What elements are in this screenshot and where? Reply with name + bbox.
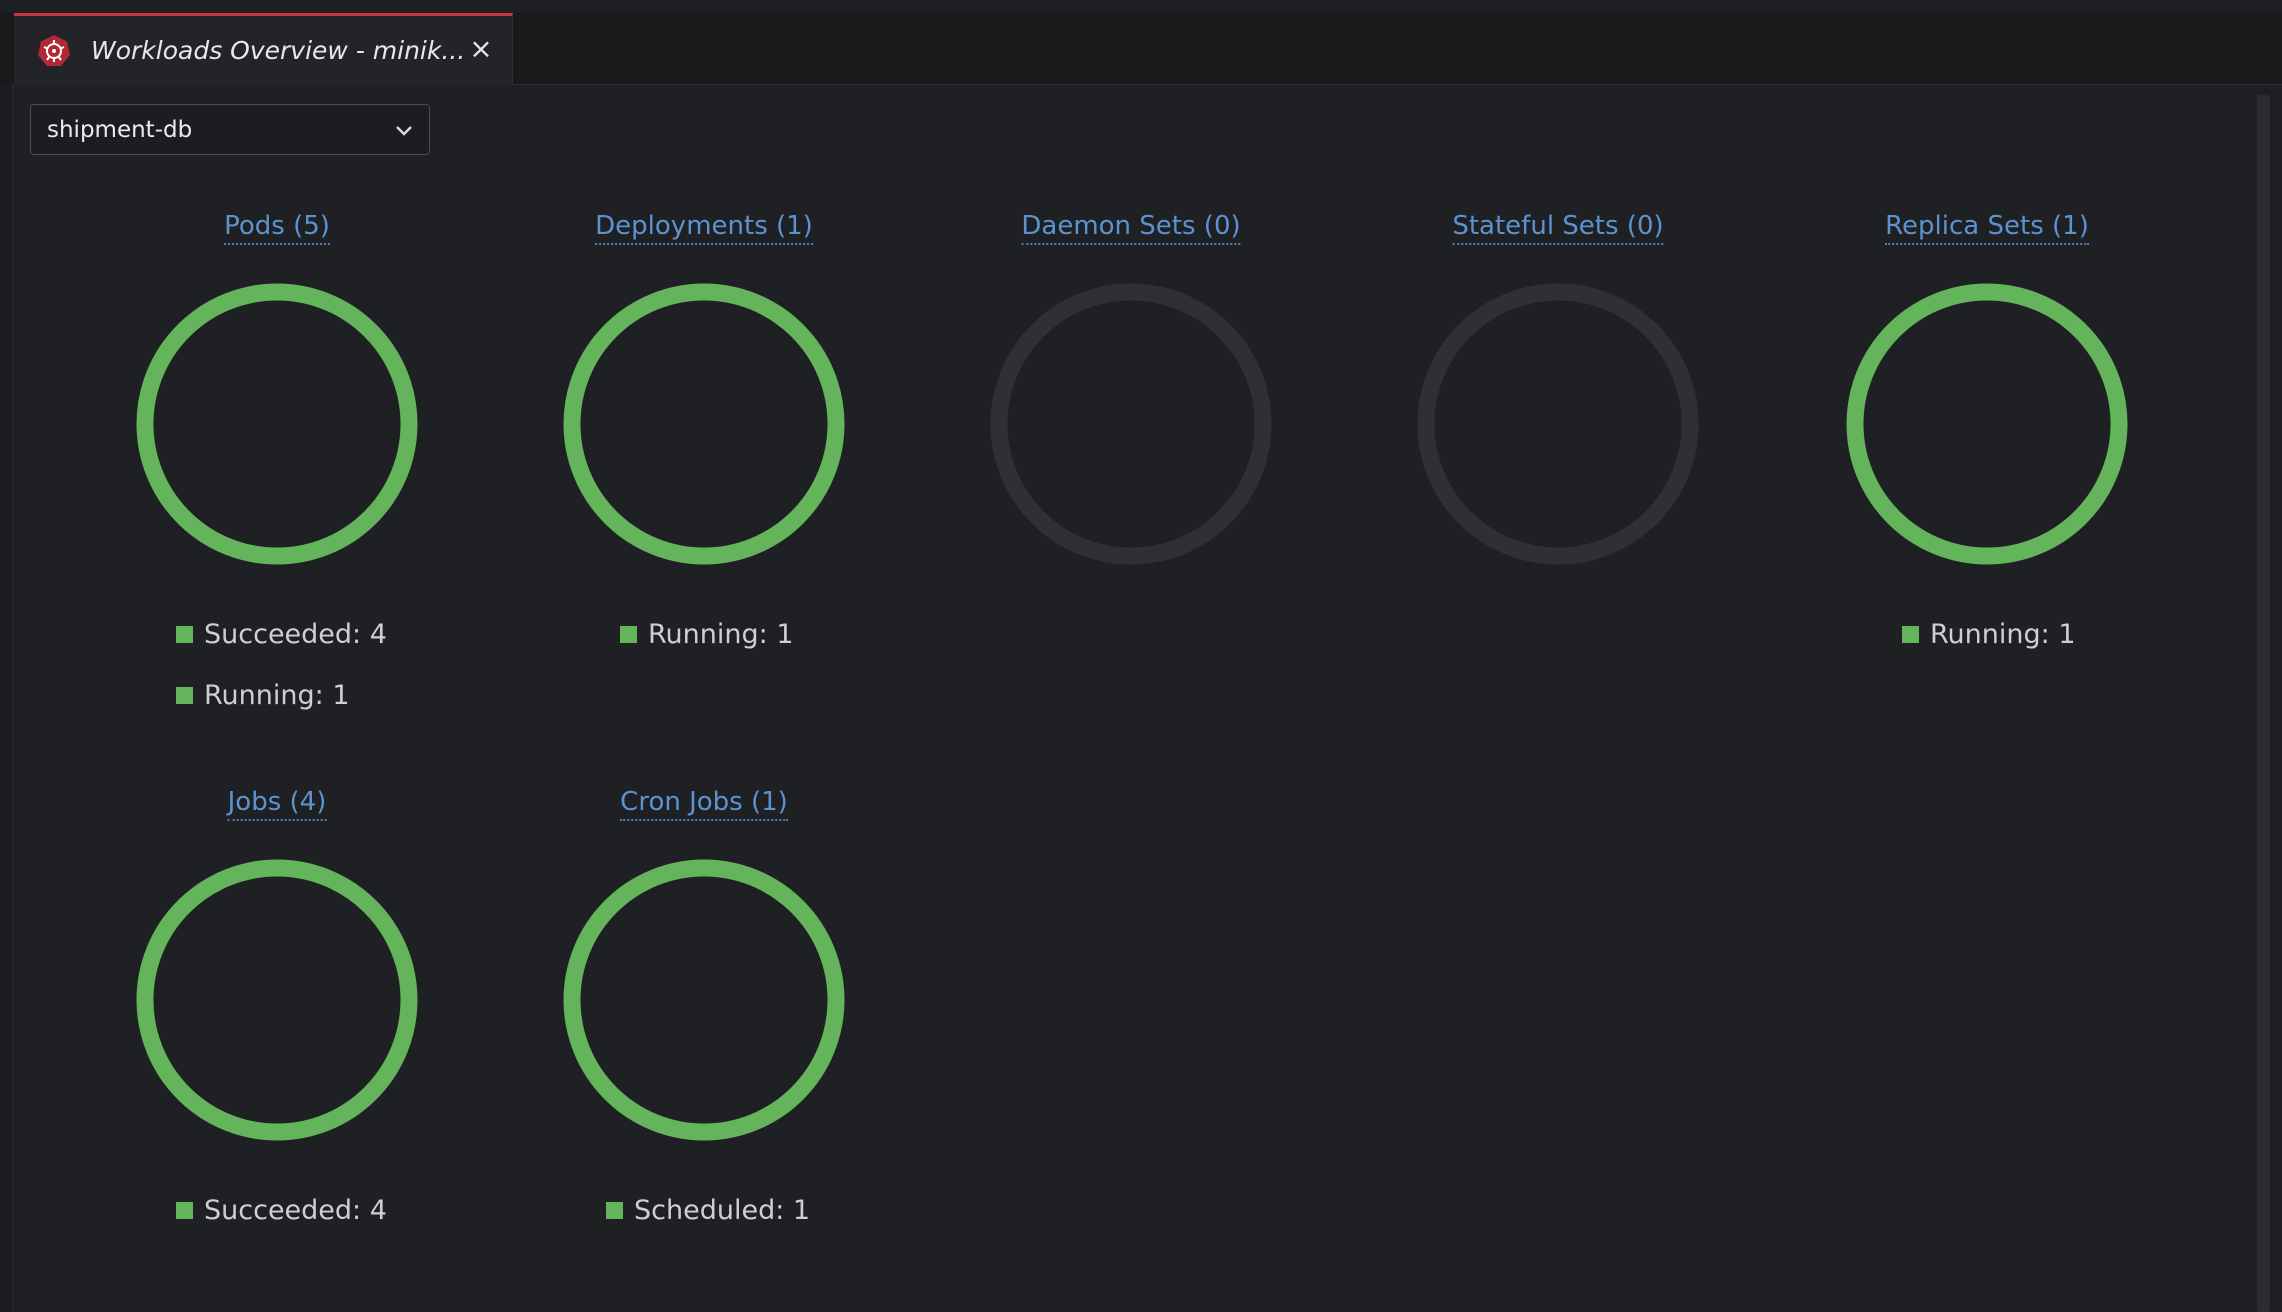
legend-label: Succeeded: 4 [204,619,387,650]
card-title-jobs[interactable]: Jobs (4) [227,786,327,821]
vertical-scrollbar[interactable] [2257,95,2270,1312]
legend-label: Succeeded: 4 [204,1195,387,1226]
close-icon[interactable]: × [465,33,497,65]
kubernetes-icon [38,35,70,66]
legend-item: Running: 1 [1902,619,2076,650]
card-title-pods[interactable]: Pods (5) [224,210,330,245]
top-bar [0,0,2282,14]
legend-swatch [176,687,193,704]
namespace-select[interactable]: shipment-db [30,104,430,155]
legend-item: Succeeded: 4 [176,619,387,650]
legend-item: Running: 1 [176,680,350,711]
legend-label: Running: 1 [204,680,350,711]
left-gutter [0,84,13,1312]
legend-swatch [176,1202,193,1219]
legend-swatch [1902,626,1919,643]
card-title-cron-jobs[interactable]: Cron Jobs (1) [620,786,788,821]
jobs-ring-chart [136,859,418,1141]
card-title-stateful-sets[interactable]: Stateful Sets (0) [1452,210,1664,245]
card-title-replica-sets[interactable]: Replica Sets (1) [1885,210,2089,245]
legend-label: Scheduled: 1 [634,1195,811,1226]
legend-item: Scheduled: 1 [606,1195,810,1226]
legend-item: Succeeded: 4 [176,1195,387,1226]
namespace-select-value: shipment-db [47,117,193,143]
legend-label: Running: 1 [1930,619,2076,650]
replica-sets-ring-chart [1846,283,2128,565]
daemon-sets-ring-chart [990,283,1272,565]
stateful-sets-ring-chart [1417,283,1699,565]
legend-swatch [620,626,637,643]
legend-item: Running: 1 [620,619,794,650]
legend-swatch [606,1202,623,1219]
workloads-window: Workloads Overview - minik... × shipment… [0,0,2282,1312]
card-title-deployments[interactable]: Deployments (1) [595,210,813,245]
deployments-ring-chart [563,283,845,565]
legend-swatch [176,626,193,643]
tab-title: Workloads Overview - minik... [91,36,466,65]
card-title-daemon-sets[interactable]: Daemon Sets (0) [1021,210,1241,245]
legend-label: Running: 1 [648,619,794,650]
chevron-down-icon [396,126,412,136]
cron-jobs-ring-chart [563,859,845,1141]
tab-workloads-overview[interactable]: Workloads Overview - minik... × [14,13,513,85]
pods-ring-chart [136,283,418,565]
